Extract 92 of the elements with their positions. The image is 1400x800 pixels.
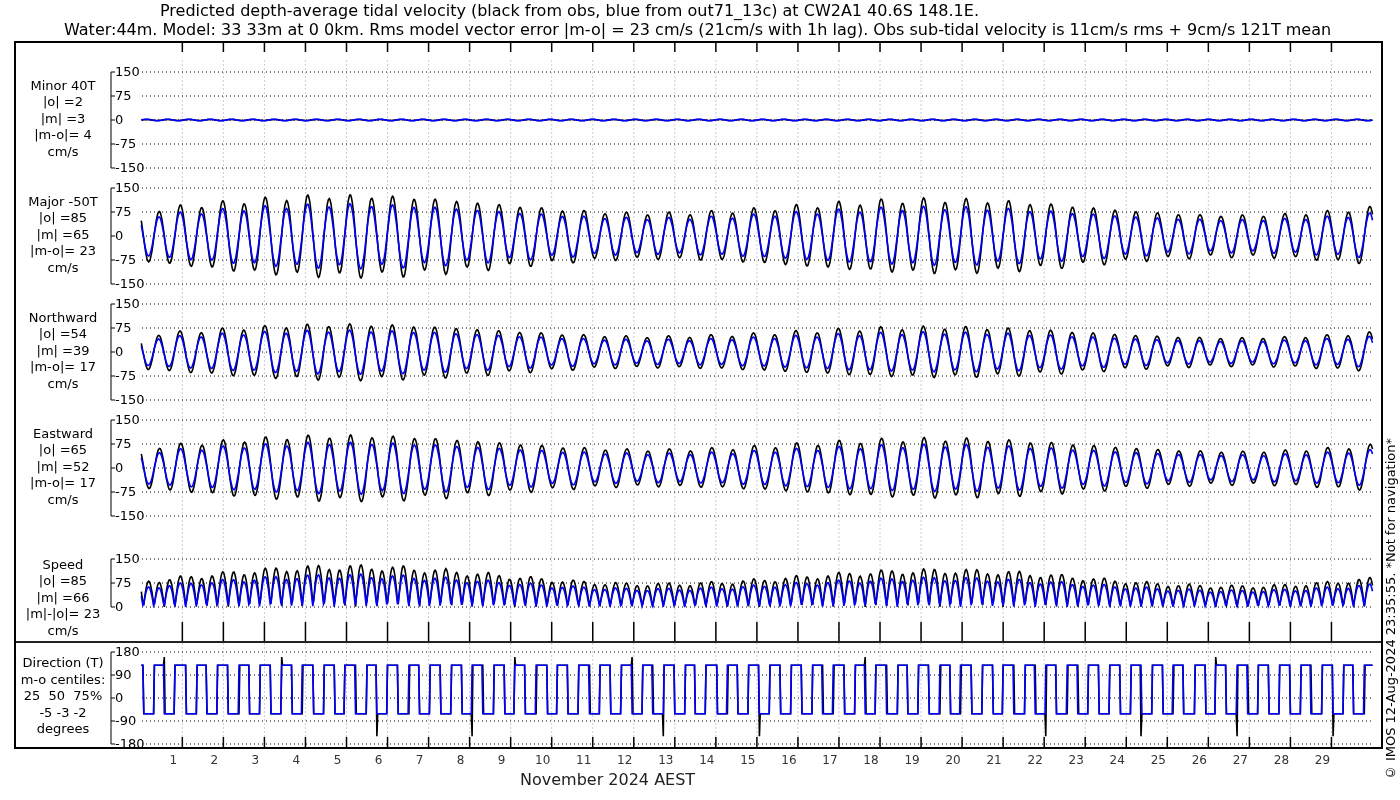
axis-tick-label: 18: [863, 753, 879, 767]
axis-tick-label: 180: [115, 643, 140, 659]
axis-tick-label: 17: [822, 753, 838, 767]
axis-tick-label: 0: [115, 598, 124, 614]
credit-note: © IMOS 12-Aug-2024 23:35:55. *Not for navigation*: [1383, 437, 1399, 780]
axis-tick-label: 20: [945, 753, 961, 767]
axis-tick-label: 0: [115, 111, 124, 127]
panel-label: Eastward: [33, 425, 93, 443]
axis-tick-label: -180: [115, 735, 145, 747]
axis-tick-label: 16: [781, 753, 797, 767]
axis-tick-label: 2: [210, 753, 219, 767]
panel-label: -5 -3 -2: [39, 704, 87, 722]
axis-tick-label: 23: [1068, 753, 1084, 767]
panel-label: m-o centiles:: [20, 671, 106, 689]
panel-label: 25 50 75%: [23, 688, 103, 705]
axis-tick-label: 9: [497, 753, 506, 767]
axis-tick-label: -75: [115, 483, 137, 499]
axis-tick-label: 150: [115, 295, 140, 311]
axis-tick-label: 6: [374, 753, 383, 767]
y-axis: [110, 558, 116, 608]
axis-tick-label: 26: [1191, 753, 1207, 767]
axis-tick-label: 7: [415, 753, 424, 767]
axis-tick-label: 22: [1027, 753, 1043, 767]
panel-label: |m| =65: [36, 226, 90, 244]
axis-tick-label: 150: [115, 411, 140, 427]
axis-tick-label: -90: [115, 712, 137, 728]
axis-tick-label: -150: [115, 159, 145, 175]
panel-label: |m| =52: [36, 458, 90, 476]
axis-tick-label: 75: [115, 203, 132, 219]
panel-label: cm/s: [47, 143, 79, 161]
axis-tick-label: 28: [1273, 753, 1290, 767]
panel-label: |o| =85: [38, 210, 88, 227]
panel-label: cm/s: [47, 375, 79, 393]
chart-title: Water:44m. Model: 33 33m at 0 0km. Rms model vector error |m-o| = 23 cm/s (21cm/s with 1h lag). Obs sub-tidal velocity is 11cm/s rms + 9cm/s 121T mean: [63, 20, 1333, 39]
axis-tick-label: 1: [169, 753, 178, 767]
panel-label: Direction (T): [22, 655, 104, 672]
axis-tick-label: 21: [986, 753, 1002, 767]
axis-tick-label: 19: [904, 753, 920, 767]
panel-label: degrees: [36, 721, 90, 738]
panel-label: Minor 40T: [30, 77, 96, 95]
panel-label: |m| =39: [36, 342, 90, 360]
axis-tick-label: 12: [617, 753, 633, 767]
panel-label: cm/s: [47, 491, 79, 509]
axis-tick-label: 13: [658, 753, 674, 767]
panel-label: |m|-|o|= 23: [25, 606, 101, 623]
axis-tick-label: 24: [1109, 753, 1125, 767]
axis-tick-label: 11: [576, 753, 592, 767]
panel-label: |o| =85: [38, 573, 88, 590]
axis-tick-label: 4: [292, 753, 301, 767]
axis-tick-label: -150: [115, 507, 145, 523]
axis-tick-label: 27: [1232, 753, 1248, 767]
panel-label: |o| =65: [38, 442, 88, 459]
panel-label: Major -50T: [28, 193, 98, 211]
axis-tick-label: 8: [456, 753, 465, 767]
axis-tick-label: 150: [115, 550, 140, 566]
axis-tick-label: -75: [115, 251, 137, 267]
axis-tick-label: 75: [115, 574, 132, 590]
axis-tick-label: 0: [115, 343, 124, 359]
panel-label: Speed: [42, 556, 84, 573]
axis-tick-label: 15: [740, 753, 756, 767]
axis-tick-label: 150: [115, 63, 140, 79]
axis-tick-label: 5: [333, 753, 342, 767]
axis-tick-label: 14: [699, 753, 715, 767]
panel-label: cm/s: [47, 259, 79, 277]
axis-tick-label: -75: [115, 367, 137, 383]
axis-tick-label: 10: [535, 753, 551, 767]
panel-label: |o| =54: [38, 326, 88, 343]
axis-tick-label: -150: [115, 275, 145, 291]
axis-tick-label: 150: [115, 179, 140, 195]
axis-tick-label: 75: [115, 87, 132, 103]
panel-label: |m| =66: [36, 589, 90, 606]
panel-label: |m-o|= 17: [30, 475, 96, 492]
panel-label: |m-o|= 23: [30, 243, 96, 260]
axis-tick-label: 90: [115, 666, 132, 682]
panel-label: cm/s: [47, 622, 79, 639]
x-axis-label: November 2024 AEST: [520, 771, 696, 789]
axis-tick-label: 0: [115, 689, 124, 705]
chart-title: Predicted depth-average tidal velocity (black from obs, blue from out71_13c) at CW2A1 40.6S 148.1E.: [159, 1, 980, 20]
panel-label: |m-o|= 4: [34, 127, 92, 144]
axis-tick-label: -150: [115, 391, 145, 407]
axis-tick-label: 3: [251, 753, 260, 767]
panel-label: |o| =2: [43, 94, 83, 111]
axis-tick-label: -75: [115, 135, 137, 151]
axis-tick-label: 75: [115, 435, 132, 451]
axis-tick-label: 25: [1150, 753, 1166, 767]
axis-tick-label: 0: [115, 227, 124, 243]
axis-tick-label: 0: [115, 459, 124, 475]
panel-label: Northward: [28, 309, 98, 327]
axis-tick-label: 75: [115, 319, 132, 335]
panel-label: |m-o|= 17: [30, 359, 96, 376]
panel-label: |m| =3: [40, 110, 86, 128]
axis-tick-label: 29: [1314, 753, 1331, 767]
